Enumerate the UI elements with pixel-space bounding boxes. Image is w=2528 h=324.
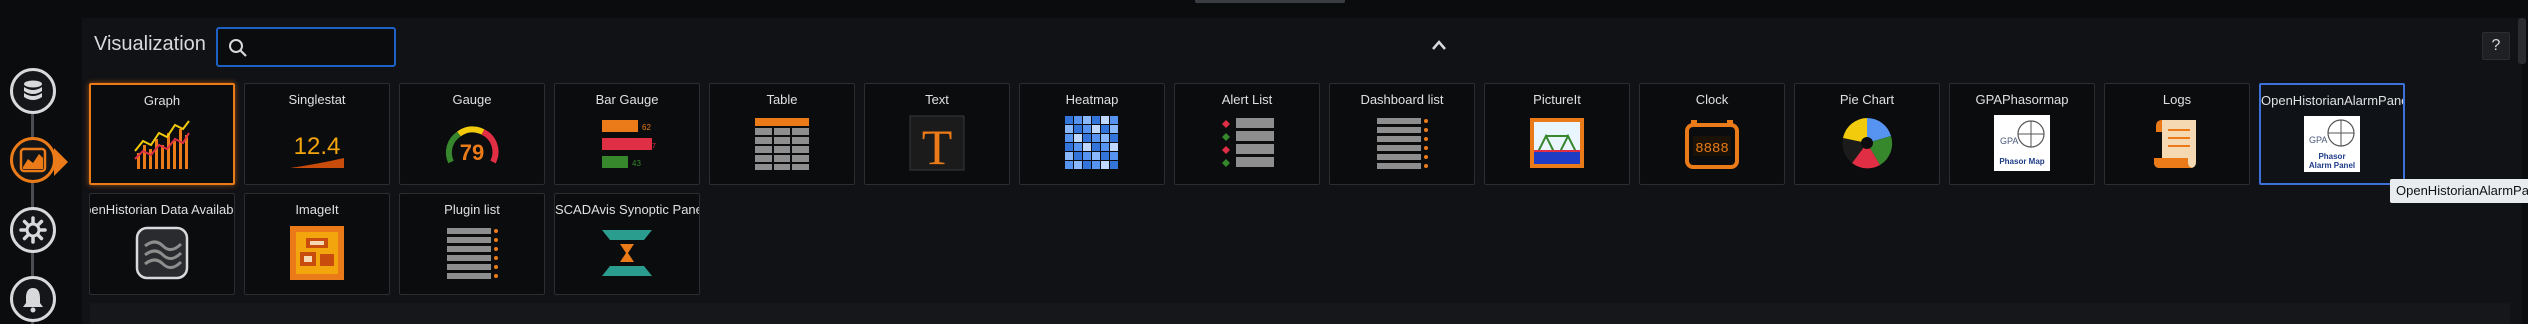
plugin-list-icon bbox=[447, 228, 498, 279]
alert-step[interactable] bbox=[10, 276, 56, 322]
viz-card-label: Clock bbox=[1695, 92, 1729, 107]
text-icon: T bbox=[909, 115, 965, 172]
viz-card-clock[interactable]: Clock 8888 bbox=[1639, 83, 1785, 185]
heatmap-icon bbox=[1065, 116, 1118, 169]
svg-text:12.4: 12.4 bbox=[294, 133, 341, 160]
graph-icon bbox=[134, 120, 190, 169]
gpa-phasormap-icon: GPA Phasor Map bbox=[1994, 115, 2050, 171]
viz-card-table[interactable]: Table bbox=[709, 83, 855, 185]
viz-card-label: Table bbox=[766, 92, 798, 107]
viz-card-label: PictureIt bbox=[1533, 92, 1581, 107]
viz-card-label: Text bbox=[925, 92, 949, 107]
viz-card-heatmap[interactable]: Heatmap bbox=[1019, 83, 1165, 185]
svg-text:43: 43 bbox=[632, 159, 641, 168]
visualization-step[interactable] bbox=[10, 137, 56, 183]
tooltip: OpenHistorianAlarmPanel bbox=[2390, 179, 2528, 203]
viz-card-data-availability-chart[interactable]: OpenHistorian Data Availability Chart bbox=[89, 193, 235, 295]
viz-card-logs[interactable]: Logs bbox=[2104, 83, 2250, 185]
svg-text:Alarm Panel: Alarm Panel bbox=[2309, 161, 2355, 170]
viz-card-pictureit[interactable]: PictureIt bbox=[1484, 83, 1630, 185]
scadavis-icon bbox=[602, 230, 652, 276]
viz-card-label: Dashboard list bbox=[1360, 92, 1444, 107]
svg-text:GPA: GPA bbox=[2309, 135, 2327, 145]
chart-area-icon bbox=[19, 147, 47, 173]
viz-card-label: Graph bbox=[143, 93, 181, 108]
scrollbar[interactable] bbox=[2518, 18, 2526, 64]
viz-card-label: OpenHistorianAlarmPanel bbox=[2261, 93, 2405, 108]
pie-chart-icon bbox=[1842, 118, 1893, 169]
data-availability-icon bbox=[135, 226, 189, 280]
table-icon bbox=[755, 118, 809, 170]
viz-card-label: GPAPhasormap bbox=[1975, 92, 2069, 107]
singlestat-icon: 12.4 bbox=[290, 133, 344, 168]
section-title: Visualization bbox=[94, 33, 206, 55]
help-button[interactable]: ? bbox=[2482, 32, 2510, 60]
svg-text:62: 62 bbox=[642, 123, 651, 132]
pictureit-icon bbox=[1530, 118, 1584, 168]
editor-section-rail bbox=[0, 0, 70, 324]
general-settings-step[interactable] bbox=[10, 207, 56, 253]
viz-card-dashboard-list[interactable]: Dashboard list bbox=[1329, 83, 1475, 185]
top-drag-handle[interactable] bbox=[1195, 0, 1345, 3]
viz-card-plugin-list[interactable]: Plugin list bbox=[399, 193, 545, 295]
database-icon bbox=[24, 80, 42, 100]
clock-icon: 8888 bbox=[1685, 120, 1739, 169]
viz-card-label: Plugin list bbox=[444, 202, 500, 217]
active-step-pointer bbox=[54, 148, 68, 176]
svg-text:71: 71 bbox=[652, 143, 656, 150]
svg-text:79: 79 bbox=[460, 140, 484, 165]
alert-list-icon bbox=[1222, 118, 1274, 167]
viz-card-label: OpenHistorian Data Availability Chart bbox=[90, 202, 234, 217]
viz-card-label: Alert List bbox=[1221, 92, 1273, 107]
svg-text:GPA: GPA bbox=[2000, 136, 2018, 146]
viz-card-label: SCADAvis Synoptic Panel bbox=[555, 202, 700, 217]
viz-card-pie-chart[interactable]: Pie Chart bbox=[1794, 83, 1940, 185]
viz-card-gauge[interactable]: Gauge 79 bbox=[399, 83, 545, 185]
viz-card-alert-list[interactable]: Alert List bbox=[1174, 83, 1320, 185]
viz-card-singlestat[interactable]: Singlestat 12.4 bbox=[244, 83, 390, 185]
viz-card-label: Bar Gauge bbox=[595, 92, 659, 107]
logs-icon bbox=[2154, 120, 2196, 168]
viz-card-imageit[interactable]: ImageIt bbox=[244, 193, 390, 295]
chevron-up-icon[interactable] bbox=[1431, 39, 1447, 51]
queries-step[interactable] bbox=[10, 68, 56, 114]
viz-card-label: Pie Chart bbox=[1839, 92, 1895, 107]
viz-card-label: Logs bbox=[2162, 92, 2192, 107]
bar-gauge-icon: 62 71 43 bbox=[602, 120, 656, 168]
search-input[interactable] bbox=[216, 27, 396, 67]
gear-icon bbox=[19, 216, 47, 244]
viz-card-bar-gauge[interactable]: Bar Gauge 62 71 43 bbox=[554, 83, 700, 185]
svg-text:T: T bbox=[922, 119, 953, 172]
viz-card-scadavis[interactable]: SCADAvis Synoptic Panel bbox=[554, 193, 700, 295]
options-strip bbox=[90, 303, 2510, 324]
svg-text:Phasor: Phasor bbox=[2318, 152, 2345, 161]
svg-text:8888: 8888 bbox=[1695, 141, 1729, 157]
viz-card-label: Heatmap bbox=[1065, 92, 1119, 107]
viz-card-label: ImageIt bbox=[295, 202, 339, 217]
viz-card-gpa-phasormap[interactable]: GPAPhasormap GPA Phasor Map bbox=[1949, 83, 2095, 185]
svg-text:Phasor Map: Phasor Map bbox=[1999, 157, 2044, 166]
bell-icon bbox=[23, 288, 43, 313]
dashboard-list-icon bbox=[1377, 118, 1428, 169]
viz-card-label: Singlestat bbox=[288, 92, 346, 107]
viz-card-graph[interactable]: Graph bbox=[89, 83, 235, 185]
viz-card-text[interactable]: Text T bbox=[864, 83, 1010, 185]
visualization-picker-screen: { "header": { "title": "Visualization", … bbox=[0, 0, 2528, 324]
alarm-panel-icon: GPA Phasor Alarm Panel bbox=[2304, 116, 2360, 172]
viz-card-openhistorian-alarm-panel[interactable]: OpenHistorianAlarmPanel GPA Phasor Alarm… bbox=[2259, 83, 2405, 185]
gauge-icon: 79 bbox=[445, 126, 499, 165]
search-icon bbox=[229, 39, 247, 57]
viz-card-label: Gauge bbox=[452, 92, 492, 107]
imageit-icon bbox=[290, 226, 344, 280]
